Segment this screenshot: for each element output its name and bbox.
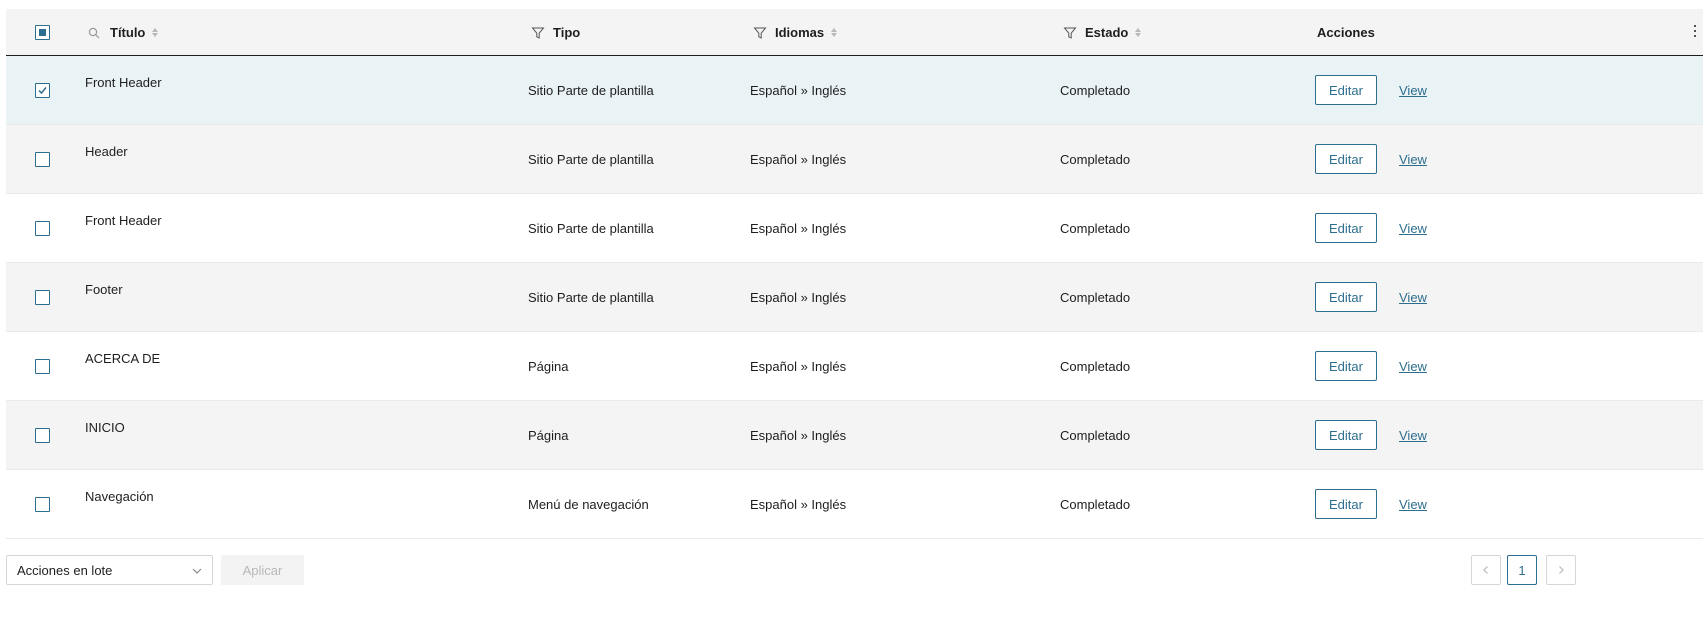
sort-icon[interactable] <box>831 28 838 37</box>
bulk-actions-label: Acciones en lote <box>17 562 113 578</box>
row-title[interactable]: Header <box>85 144 128 159</box>
row-languages: Español » Inglés <box>750 152 847 167</box>
edit-button[interactable]: Editar <box>1315 144 1377 174</box>
sort-icon[interactable] <box>1135 28 1142 37</box>
row-title[interactable]: INICIO <box>85 420 125 435</box>
view-link[interactable]: View <box>1399 497 1427 512</box>
row-checkbox[interactable] <box>35 290 50 305</box>
table-body: Front Header Sitio Parte de plantilla Es… <box>6 56 1703 539</box>
row-languages: Español » Inglés <box>750 359 847 374</box>
view-link[interactable]: View <box>1399 359 1427 374</box>
chevron-right-icon <box>1559 566 1564 574</box>
row-type: Página <box>528 428 569 443</box>
row-status: Completado <box>1060 83 1131 98</box>
sort-icon[interactable] <box>152 28 159 37</box>
filter-icon[interactable] <box>753 26 767 40</box>
filter-icon[interactable] <box>1063 26 1077 40</box>
view-link[interactable]: View <box>1399 221 1427 236</box>
next-page-button[interactable] <box>1546 555 1576 585</box>
view-link[interactable]: View <box>1399 290 1427 305</box>
row-type: Menú de navegación <box>528 497 649 512</box>
filter-icon[interactable] <box>531 26 545 40</box>
page-number-button[interactable]: 1 <box>1507 555 1537 585</box>
row-title[interactable]: Front Header <box>85 213 162 228</box>
chevron-left-icon <box>1483 566 1488 574</box>
row-type: Sitio Parte de plantilla <box>528 221 654 236</box>
view-link[interactable]: View <box>1399 152 1427 167</box>
column-header-type[interactable]: Tipo <box>531 9 580 56</box>
row-status: Completado <box>1060 221 1131 236</box>
row-checkbox[interactable] <box>35 83 50 98</box>
row-type: Sitio Parte de plantilla <box>528 290 654 305</box>
row-status: Completado <box>1060 290 1131 305</box>
column-header-status[interactable]: Estado <box>1063 9 1142 56</box>
table-row: Front Header Sitio Parte de plantilla Es… <box>6 56 1703 125</box>
edit-button[interactable]: Editar <box>1315 282 1377 312</box>
column-header-actions: Acciones <box>1317 9 1375 56</box>
row-status: Completado <box>1060 152 1131 167</box>
row-title[interactable]: Footer <box>85 282 123 297</box>
apply-button[interactable]: Aplicar <box>221 555 304 585</box>
select-all-checkbox[interactable] <box>35 25 50 40</box>
row-title[interactable]: ACERCA DE <box>85 351 160 366</box>
row-checkbox[interactable] <box>35 428 50 443</box>
row-checkbox[interactable] <box>35 221 50 236</box>
row-checkbox[interactable] <box>35 359 50 374</box>
row-status: Completado <box>1060 497 1131 512</box>
search-icon[interactable] <box>88 27 100 39</box>
row-title[interactable]: Navegación <box>85 489 154 504</box>
row-languages: Español » Inglés <box>750 497 847 512</box>
column-title-label: Título <box>110 25 146 40</box>
previous-page-button[interactable] <box>1471 555 1501 585</box>
view-link[interactable]: View <box>1399 428 1427 443</box>
column-header-languages[interactable]: Idiomas <box>753 9 838 56</box>
table-row: INICIO Página Español » Inglés Completad… <box>6 401 1703 470</box>
view-link[interactable]: View <box>1399 83 1427 98</box>
more-options-icon[interactable] <box>1693 25 1697 39</box>
row-type: Sitio Parte de plantilla <box>528 83 654 98</box>
row-checkbox[interactable] <box>35 152 50 167</box>
edit-button[interactable]: Editar <box>1315 351 1377 381</box>
row-type: Sitio Parte de plantilla <box>528 152 654 167</box>
edit-button[interactable]: Editar <box>1315 213 1377 243</box>
bulk-actions-select[interactable]: Acciones en lote <box>6 555 213 585</box>
row-status: Completado <box>1060 359 1131 374</box>
edit-button[interactable]: Editar <box>1315 420 1377 450</box>
row-type: Página <box>528 359 569 374</box>
row-languages: Español » Inglés <box>750 83 847 98</box>
row-languages: Español » Inglés <box>750 290 847 305</box>
table-row: Front Header Sitio Parte de plantilla Es… <box>6 194 1703 263</box>
table-row: Header Sitio Parte de plantilla Español … <box>6 125 1703 194</box>
column-languages-label: Idiomas <box>775 25 825 40</box>
translations-table: Título Tipo Idiomas Estado Acciones Fron… <box>6 9 1703 539</box>
table-header: Título Tipo Idiomas Estado Acciones <box>6 9 1703 56</box>
row-title[interactable]: Front Header <box>85 75 162 90</box>
row-languages: Español » Inglés <box>750 221 847 236</box>
table-row: Footer Sitio Parte de plantilla Español … <box>6 263 1703 332</box>
row-status: Completado <box>1060 428 1131 443</box>
table-row: Navegación Menú de navegación Español » … <box>6 470 1703 539</box>
table-footer: Acciones en lote Aplicar 1 <box>6 555 1703 585</box>
column-header-title[interactable]: Título <box>88 9 159 56</box>
checkmark-icon <box>38 87 47 95</box>
table-row: ACERCA DE Página Español » Inglés Comple… <box>6 332 1703 401</box>
edit-button[interactable]: Editar <box>1315 75 1377 105</box>
row-checkbox[interactable] <box>35 497 50 512</box>
row-languages: Español » Inglés <box>750 428 847 443</box>
edit-button[interactable]: Editar <box>1315 489 1377 519</box>
column-status-label: Estado <box>1085 25 1129 40</box>
column-type-label: Tipo <box>553 25 581 40</box>
column-actions-label: Acciones <box>1317 25 1375 40</box>
chevron-down-icon <box>192 568 202 574</box>
